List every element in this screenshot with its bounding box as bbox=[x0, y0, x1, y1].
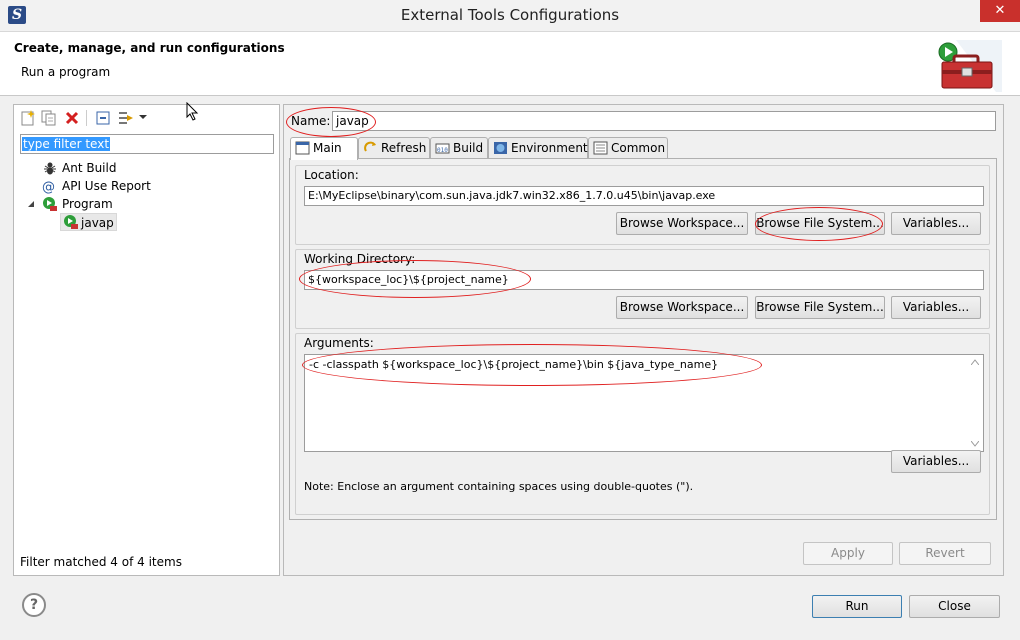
working-directory-input[interactable]: ${workspace_loc}\${project_name} bbox=[304, 270, 984, 290]
tree-item-javap[interactable]: javap bbox=[60, 213, 117, 231]
toolbox-run-icon bbox=[938, 40, 1002, 92]
tree-expanded-icon[interactable] bbox=[27, 200, 35, 208]
configuration-list-panel: type filter text Ant Build @ API Use Rep… bbox=[13, 104, 280, 576]
location-input[interactable]: E:\MyEclipse\binary\com.sun.java.jdk7.wi… bbox=[304, 186, 984, 206]
tab-build[interactable]: 010 Build bbox=[430, 137, 488, 159]
mouse-cursor-icon bbox=[186, 102, 199, 121]
header-title: Create, manage, and run configurations bbox=[14, 41, 285, 55]
ant-icon bbox=[44, 162, 56, 175]
workdir-variables-button[interactable]: Variables... bbox=[891, 296, 981, 319]
toolbar-divider bbox=[86, 110, 87, 126]
refresh-icon bbox=[364, 141, 376, 152]
tab-common[interactable]: Common bbox=[588, 137, 668, 159]
location-browse-file-system-button[interactable]: Browse File System... bbox=[755, 212, 885, 235]
environment-icon bbox=[494, 142, 507, 154]
arguments-text: -c -classpath ${workspace_loc}\${project… bbox=[309, 358, 719, 371]
tree-item-label: Ant Build bbox=[62, 161, 117, 175]
window-title: External Tools Configurations bbox=[400, 6, 620, 24]
build-icon: 010 bbox=[435, 143, 450, 154]
main-tab-icon bbox=[295, 141, 310, 155]
revert-button[interactable]: Revert bbox=[899, 542, 991, 565]
help-icon[interactable]: ? bbox=[22, 593, 46, 617]
arguments-textarea[interactable]: -c -classpath ${workspace_loc}\${project… bbox=[304, 354, 984, 452]
new-config-icon[interactable] bbox=[19, 109, 37, 127]
close-button[interactable]: Close bbox=[909, 595, 1000, 618]
filter-input[interactable]: type filter text bbox=[20, 134, 274, 154]
svg-text:@: @ bbox=[42, 180, 55, 194]
filter-placeholder: type filter text bbox=[22, 137, 111, 151]
svg-text:010: 010 bbox=[437, 147, 448, 154]
arguments-group: Arguments: -c -classpath ${workspace_loc… bbox=[295, 333, 990, 515]
arguments-note: Note: Enclose an argument containing spa… bbox=[304, 480, 694, 493]
tree-item-ant-build[interactable]: Ant Build bbox=[44, 159, 262, 177]
tree-item-label: API Use Report bbox=[62, 179, 151, 193]
dropdown-arrow-icon[interactable] bbox=[139, 113, 147, 121]
tree-item-label: javap bbox=[81, 216, 114, 230]
header-subtitle: Run a program bbox=[21, 65, 111, 79]
common-icon bbox=[593, 141, 608, 155]
location-browse-workspace-button[interactable]: Browse Workspace... bbox=[616, 212, 748, 235]
duplicate-icon[interactable] bbox=[40, 109, 58, 127]
scroll-down-icon[interactable] bbox=[971, 441, 979, 447]
arguments-scrollbar[interactable] bbox=[967, 355, 983, 451]
run-button[interactable]: Run bbox=[812, 595, 902, 618]
title-bar: S External Tools Configurations ✕ bbox=[0, 0, 1020, 32]
working-directory-label: Working Directory: bbox=[304, 252, 416, 266]
tab-main[interactable]: Main bbox=[290, 137, 358, 160]
tab-refresh[interactable]: Refresh bbox=[358, 137, 430, 159]
dialog-header: Create, manage, and run configurations R… bbox=[0, 32, 1020, 96]
working-directory-group: Working Directory: ${workspace_loc}\${pr… bbox=[295, 249, 990, 329]
configuration-editor: Name: javap Main Refresh 010 Build Envir… bbox=[283, 104, 1004, 576]
api-report-icon: @ bbox=[42, 180, 55, 194]
scroll-up-icon[interactable] bbox=[971, 359, 979, 365]
workdir-browse-workspace-button[interactable]: Browse Workspace... bbox=[616, 296, 748, 319]
location-label: Location: bbox=[304, 168, 359, 182]
filter-icon[interactable] bbox=[117, 109, 135, 127]
workdir-browse-file-system-button[interactable]: Browse File System... bbox=[755, 296, 885, 319]
tree-item-program[interactable]: Program bbox=[28, 195, 262, 213]
tab-environment[interactable]: Environment bbox=[488, 137, 588, 159]
tree-item-api-use-report[interactable]: @ API Use Report bbox=[42, 177, 262, 195]
arguments-label: Arguments: bbox=[304, 336, 374, 350]
filter-status: Filter matched 4 of 4 items bbox=[20, 555, 182, 569]
location-variables-button[interactable]: Variables... bbox=[891, 212, 981, 235]
program-icon bbox=[43, 197, 57, 211]
name-input[interactable]: javap bbox=[332, 111, 996, 131]
location-group: Location: E:\MyEclipse\binary\com.sun.ja… bbox=[295, 165, 990, 245]
name-label: Name: bbox=[291, 114, 331, 128]
arguments-variables-button[interactable]: Variables... bbox=[891, 450, 981, 473]
window-close-button[interactable]: ✕ bbox=[980, 0, 1020, 22]
apply-button[interactable]: Apply bbox=[803, 542, 893, 565]
collapse-all-icon[interactable] bbox=[94, 109, 112, 127]
program-config-icon bbox=[64, 215, 78, 229]
tree-item-label: Program bbox=[62, 197, 113, 211]
delete-icon[interactable] bbox=[63, 109, 81, 127]
main-tab-content: Location: E:\MyEclipse\binary\com.sun.ja… bbox=[289, 158, 997, 520]
